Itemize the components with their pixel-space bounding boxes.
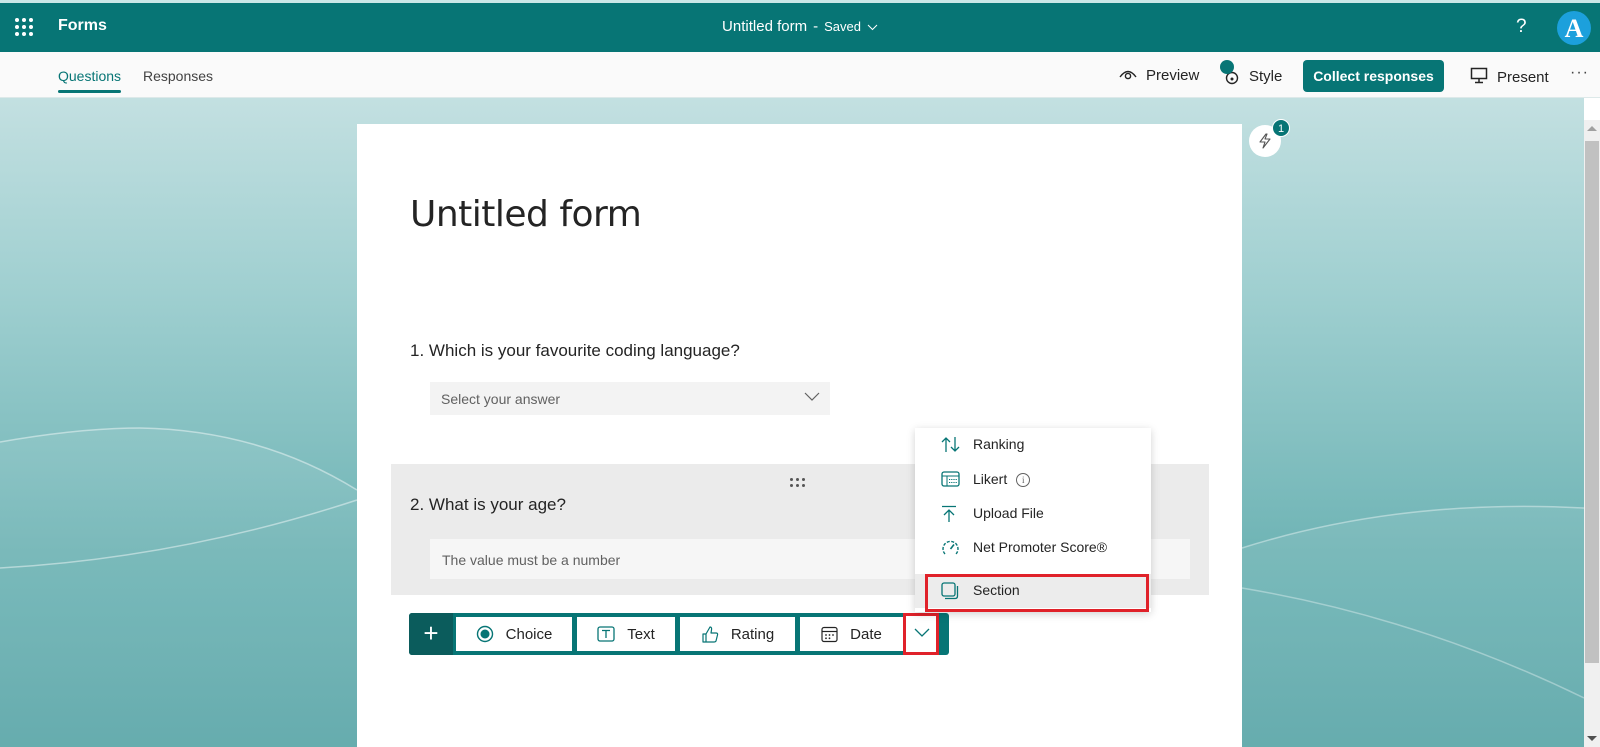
text-box-icon [597, 626, 615, 642]
calendar-icon [821, 626, 838, 642]
likert-label: Likert i [973, 471, 1031, 488]
add-question-button[interactable]: + [409, 613, 453, 655]
net-promoter-score-label: Net Promoter Score® [973, 539, 1108, 555]
question-2-number: 2. [410, 495, 425, 514]
menu-item-section[interactable]: Section [915, 574, 1151, 608]
save-status[interactable]: Saved [824, 19, 861, 34]
add-rating-button[interactable]: Rating [680, 617, 795, 651]
rating-label: Rating [730, 625, 775, 643]
more-question-types-menu: Ranking Likert i Upload File Net Promoter… [915, 428, 1151, 612]
likert-text: Likert [973, 471, 1008, 487]
section-icon [941, 582, 959, 600]
drag-handle-icon[interactable] [790, 478, 806, 488]
ranking-icon [941, 437, 960, 452]
section-label: Section [973, 582, 1020, 598]
likert-icon [941, 471, 960, 487]
present-button[interactable]: Present [1470, 67, 1549, 88]
upload-file-label: Upload File [973, 505, 1044, 521]
more-question-types-button[interactable] [903, 613, 939, 655]
document-title[interactable]: Untitled form [722, 18, 807, 35]
style-badge [1220, 60, 1234, 74]
question-1-label[interactable]: 1. Which is your favourite coding langua… [410, 341, 740, 361]
question-1-number: 1. [410, 341, 425, 360]
form-title[interactable]: Untitled form [410, 194, 642, 235]
style-label: Style [1249, 67, 1283, 85]
radio-icon [476, 625, 493, 643]
title-separator: - [813, 18, 819, 35]
scroll-down-arrow-icon[interactable] [1587, 736, 1597, 741]
ideas-badge: 1 [1272, 119, 1290, 137]
menu-item-upload-file[interactable]: Upload File [915, 497, 1151, 531]
present-label: Present [1497, 69, 1549, 86]
question-2-text: What is your age? [428, 495, 566, 514]
scrollbar-thumb[interactable] [1585, 141, 1599, 663]
menu-item-ranking[interactable]: Ranking [915, 428, 1151, 462]
upload-icon [942, 505, 956, 522]
help-button[interactable]: ? [1516, 16, 1527, 38]
question-2-label[interactable]: 2. What is your age? [410, 495, 566, 515]
lightning-icon [1259, 133, 1271, 149]
question-1-text: Which is your favourite coding language? [428, 341, 740, 360]
add-date-button[interactable]: Date [800, 617, 903, 651]
add-text-button[interactable]: Text [577, 617, 675, 651]
palette-icon [1220, 60, 1240, 85]
preview-button[interactable]: Preview [1119, 67, 1199, 84]
ranking-label: Ranking [973, 436, 1025, 452]
preview-label: Preview [1146, 67, 1200, 84]
question-1-placeholder: Select your answer [441, 391, 561, 407]
gauge-icon [942, 540, 959, 555]
avatar[interactable]: A [1557, 11, 1591, 45]
add-question-toolbar: + Choice Text Rating Date [409, 613, 949, 655]
menu-item-net-promoter-score[interactable]: Net Promoter Score® [915, 531, 1151, 565]
menu-item-likert[interactable]: Likert i [915, 463, 1151, 497]
add-choice-button[interactable]: Choice [456, 617, 572, 651]
question-2-placeholder: The value must be a number [442, 552, 621, 568]
collect-responses-button[interactable]: Collect responses [1303, 60, 1444, 92]
tab-questions[interactable]: Questions [58, 68, 122, 93]
page-scrollbar[interactable] [1584, 120, 1600, 747]
eye-icon [1119, 67, 1146, 84]
app-header: Forms Untitled form - Saved ? A [0, 0, 1600, 52]
question-1-dropdown[interactable]: Select your answer [430, 382, 830, 415]
choice-label: Choice [505, 625, 553, 643]
chevron-down-icon [804, 392, 820, 401]
thumb-icon [702, 625, 719, 643]
scroll-up-arrow-icon[interactable] [1587, 126, 1597, 131]
chevron-down-icon[interactable] [867, 22, 878, 34]
chevron-down-icon [914, 628, 930, 637]
info-icon[interactable]: i [1016, 473, 1031, 488]
date-label: Date [850, 625, 882, 643]
tab-responses[interactable]: Responses [143, 68, 213, 84]
more-options-button[interactable]: ··· [1570, 64, 1589, 82]
monitor-icon [1470, 67, 1497, 88]
text-label: Text [627, 625, 655, 643]
command-bar: Questions Responses Preview Style Collec… [0, 52, 1600, 98]
document-title-area: Untitled form - Saved [0, 18, 1600, 35]
ideas-button[interactable]: 1 [1249, 119, 1290, 157]
style-button[interactable]: Style [1220, 60, 1283, 85]
